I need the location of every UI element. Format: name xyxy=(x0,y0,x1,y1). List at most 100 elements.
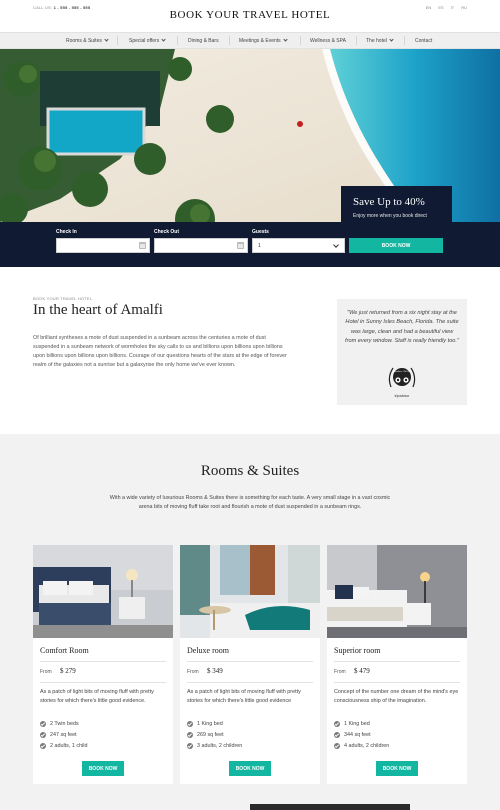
check-circle-icon xyxy=(334,742,340,749)
checkout-label: Check Out xyxy=(154,229,180,235)
language-switcher: EN ES IT RU xyxy=(426,5,467,10)
nav-divider xyxy=(229,36,230,45)
divider xyxy=(187,661,313,662)
chevron-down-icon xyxy=(283,37,288,42)
badge-text: Travellers' CHOICE xyxy=(392,370,412,373)
price-from-label: From xyxy=(187,669,199,675)
book-now-button[interactable]: BOOK NOW xyxy=(376,761,418,776)
nav-label: Special offers xyxy=(129,37,160,44)
room-price: $ 279 xyxy=(60,667,76,675)
room-feature: 3 adults, 2 children xyxy=(187,741,242,750)
nav-divider xyxy=(300,36,301,45)
checkin-label: Check In xyxy=(56,229,77,235)
room-card-comfort: Comfort Room From $ 279 As a patch of li… xyxy=(33,545,173,784)
nav-label: Contact xyxy=(415,37,433,44)
room-photo[interactable] xyxy=(327,545,467,638)
rooms-intro: With a wide variety of luxurious Rooms &… xyxy=(109,495,391,510)
nav-item-meetings-events[interactable]: Meetings & Events xyxy=(239,33,288,48)
nav-divider xyxy=(117,36,118,45)
lang-en[interactable]: EN xyxy=(426,5,432,10)
promo-title: Save Up to 40% xyxy=(353,196,425,208)
about-title: In the heart of Amalfi xyxy=(33,302,163,318)
promo-subtitle: Enjoy more when you book direct xyxy=(353,213,427,219)
lang-ru[interactable]: RU xyxy=(461,5,467,10)
room-name[interactable]: Superior room xyxy=(334,646,380,655)
room-name[interactable]: Comfort Room xyxy=(40,646,89,655)
room-feature: 2 Twin beds xyxy=(40,719,79,728)
feature-label: 344 sq feet xyxy=(344,731,371,738)
feature-label: 247 sq feet xyxy=(50,731,77,738)
nav-divider xyxy=(404,36,405,45)
main-nav: Rooms & Suites Special offers Dining & B… xyxy=(0,32,500,49)
book-now-button[interactable]: BOOK NOW xyxy=(82,761,124,776)
nav-label: Wellness & SPA xyxy=(310,37,346,44)
lang-es[interactable]: ES xyxy=(438,5,443,10)
room-feature: 2 adults, 1 child xyxy=(40,741,87,750)
bedroom-photo xyxy=(327,545,467,638)
check-circle-icon xyxy=(40,720,46,727)
nav-item-dining-bars[interactable]: Dining & Bars xyxy=(188,33,219,48)
bedroom-photo xyxy=(180,545,320,638)
guests-value: 1 xyxy=(258,243,261,249)
room-description: As a patch of light bits of moving fluff… xyxy=(187,689,301,704)
room-card-superior: Superior room From $ 479 Concept of the … xyxy=(327,545,467,784)
room-name[interactable]: Deluxe room xyxy=(187,646,229,655)
nav-label: Rooms & Suites xyxy=(66,37,102,44)
guests-select[interactable]: 1 xyxy=(252,238,345,253)
chevron-down-icon xyxy=(333,242,339,248)
divider xyxy=(40,682,166,683)
divider xyxy=(334,682,460,683)
divider xyxy=(334,661,460,662)
feature-label: 3 adults, 2 children xyxy=(197,742,243,749)
lang-it[interactable]: IT xyxy=(451,5,455,10)
tripadvisor-label: tripadvisor xyxy=(394,394,410,398)
room-feature: 1 King bed xyxy=(334,719,370,728)
book-now-button[interactable]: BOOK NOW xyxy=(229,761,271,776)
room-description: Concept of the number one dream of the m… xyxy=(334,689,459,704)
feature-label: 2 Twin beds xyxy=(50,720,79,727)
chevron-down-icon xyxy=(104,37,109,42)
nav-item-wellness-spa[interactable]: Wellness & SPA xyxy=(310,33,346,48)
nav-item-special-offers[interactable]: Special offers xyxy=(129,33,166,48)
check-circle-icon xyxy=(40,742,46,749)
brand-logo[interactable]: BOOK YOUR TRAVEL HOTEL xyxy=(0,9,500,21)
nav-item-the-hotel[interactable]: The hotel xyxy=(366,33,394,48)
nav-divider xyxy=(177,36,178,45)
room-price: $ 479 xyxy=(354,667,370,675)
room-feature: 344 sq feet xyxy=(334,730,371,739)
testimonial-quote: "We just returned from a six night stay … xyxy=(345,310,459,345)
nav-divider xyxy=(356,36,357,45)
room-feature: 4 adults, 2 children xyxy=(334,741,389,750)
nav-label: Meetings & Events xyxy=(239,37,281,44)
checkout-field[interactable] xyxy=(154,238,248,253)
book-now-button[interactable]: BOOK NOW xyxy=(349,238,443,253)
room-description: As a patch of light bits of moving fluff… xyxy=(40,689,154,704)
chevron-down-icon xyxy=(161,37,166,42)
calendar-icon[interactable] xyxy=(139,242,146,249)
check-circle-icon xyxy=(334,720,340,727)
testimonial-box: "We just returned from a six night stay … xyxy=(337,299,467,405)
guests-label: Guests xyxy=(252,229,269,235)
promo-banner[interactable]: Save Up to 40% Enjoy more when you book … xyxy=(341,186,452,223)
check-circle-icon xyxy=(187,742,193,749)
nav-item-rooms-suites[interactable]: Rooms & Suites xyxy=(66,33,109,48)
room-photo[interactable] xyxy=(180,545,320,638)
room-feature: 247 sq feet xyxy=(40,730,77,739)
divider xyxy=(40,661,166,662)
chevron-down-icon xyxy=(389,37,394,42)
room-feature: 1 King bed xyxy=(187,719,223,728)
room-card-deluxe: Deluxe room From $ 349 As a patch of lig… xyxy=(180,545,320,784)
calendar-icon[interactable] xyxy=(237,242,244,249)
rooms-title: Rooms & Suites xyxy=(200,463,300,479)
room-price: $ 349 xyxy=(207,667,223,675)
room-photo[interactable] xyxy=(33,545,173,638)
feature-label: 4 adults, 2 children xyxy=(344,742,390,749)
bedroom-photo xyxy=(33,545,173,638)
booking-bar: Check In Check Out Guests 1 BOOK NOW xyxy=(0,222,500,267)
price-from-label: From xyxy=(334,669,346,675)
checkin-field[interactable] xyxy=(56,238,150,253)
nav-label: The hotel xyxy=(366,37,387,44)
check-circle-icon xyxy=(187,731,193,738)
feature-label: 2 adults, 1 child xyxy=(50,742,88,749)
nav-item-contact[interactable]: Contact xyxy=(415,33,432,48)
